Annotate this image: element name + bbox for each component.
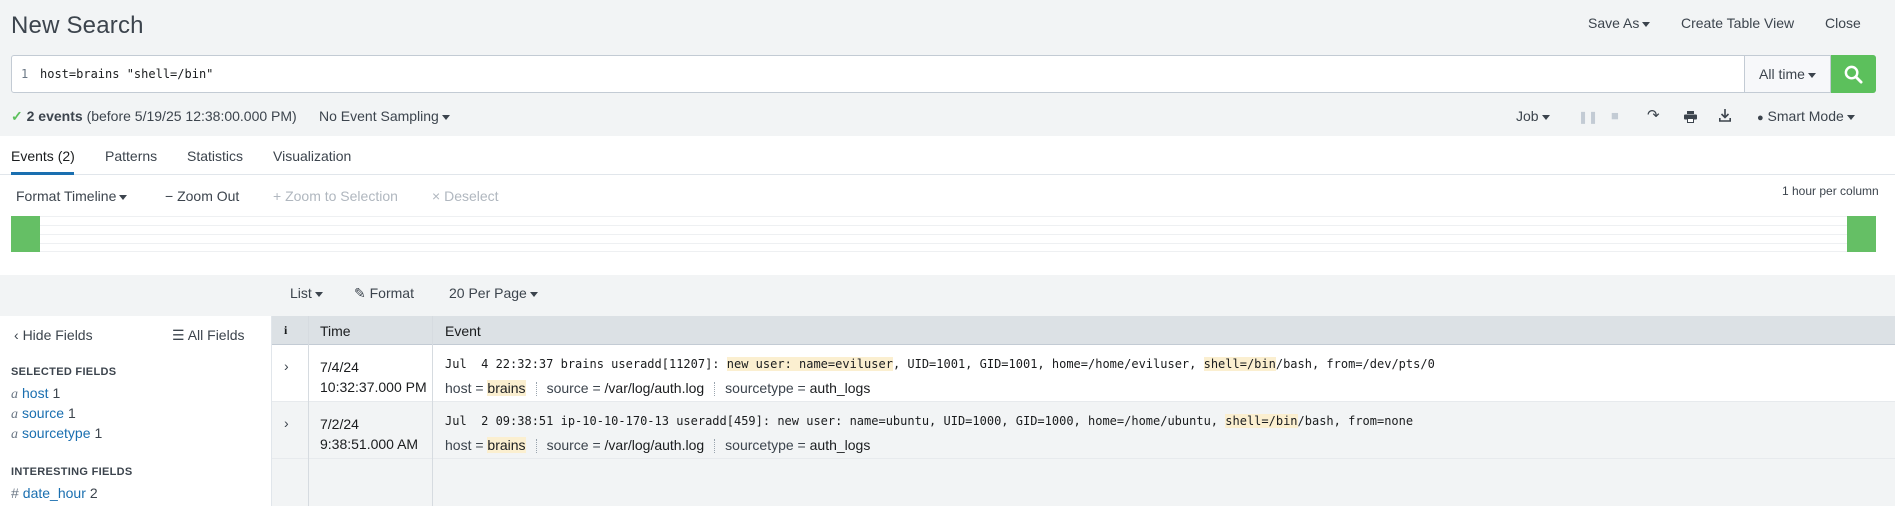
chevron-down-icon (1807, 72, 1816, 78)
create-table-view-button[interactable]: Create Table View (1681, 15, 1794, 31)
pencil-icon: ✎ (354, 285, 366, 301)
search-bar[interactable]: 1 host=brains "shell=/bin" (11, 55, 1876, 93)
sourcetype-value[interactable]: auth_logs (810, 437, 871, 453)
table-row[interactable]: › 7/2/24 9:38:51.000 AM Jul 2 09:38:51 ip… (272, 402, 1895, 459)
timeline-chart[interactable] (11, 216, 1876, 252)
search-button[interactable] (1831, 55, 1876, 93)
job-menu[interactable]: Job (1516, 108, 1550, 124)
chevron-left-icon: ‹ (14, 327, 19, 343)
host-value[interactable]: brains (487, 380, 526, 396)
zoom-to-selection-button[interactable]: + Zoom to Selection (273, 188, 398, 204)
list-icon: ☰ (172, 327, 185, 343)
check-icon: ✓ (11, 108, 23, 124)
stop-icon[interactable]: ■ (1611, 108, 1619, 123)
search-mode-dropdown[interactable]: ● Smart Mode (1757, 108, 1855, 124)
interesting-fields-title: INTERESTING FIELDS (11, 466, 133, 478)
pause-icon[interactable]: ❚❚ (1578, 110, 1598, 124)
deselect-button[interactable]: × Deselect (432, 188, 499, 204)
fields-sidebar: ‹ Hide Fields ☰ All Fields SELECTED FIEL… (0, 316, 272, 506)
list-view-dropdown[interactable]: List (290, 285, 323, 301)
chevron-down-icon (1642, 21, 1651, 27)
column-divider (432, 316, 433, 506)
chevron-down-icon (119, 194, 128, 200)
search-icon (1844, 65, 1863, 84)
event-time: 7/2/24 9:38:51.000 AM (320, 416, 419, 452)
selected-fields-title: SELECTED FIELDS (11, 366, 117, 378)
minus-icon: − (165, 188, 174, 204)
zoom-out-button[interactable]: − Zoom Out (165, 188, 239, 204)
chevron-down-icon (1541, 114, 1550, 120)
results-tabs: Events (2) Patterns Statistics Visualiza… (0, 136, 1895, 175)
share-icon[interactable]: ↷ (1647, 106, 1660, 124)
host-value[interactable]: brains (487, 437, 526, 453)
timeline-resolution: 1 hour per column (1782, 184, 1879, 198)
per-page-dropdown[interactable]: 20 Per Page (449, 285, 538, 301)
timeline-bar[interactable] (1847, 216, 1876, 252)
time-range-picker[interactable]: All time (1744, 55, 1831, 93)
print-icon[interactable] (1684, 110, 1697, 126)
tab-statistics[interactable]: Statistics (187, 148, 243, 164)
all-fields-button[interactable]: ☰ All Fields (172, 327, 244, 344)
column-event[interactable]: Event (445, 323, 481, 339)
field-source[interactable]: a source 1 (11, 405, 76, 423)
column-divider (308, 316, 309, 506)
source-value[interactable]: /var/log/auth.log (605, 380, 705, 396)
table-header: i Time Event (272, 316, 1895, 345)
event-metadata: host = brains source = /var/log/auth.log s… (445, 437, 871, 454)
chevron-down-icon (314, 291, 323, 297)
format-timeline-dropdown[interactable]: Format Timeline (16, 188, 128, 204)
source-value[interactable]: /var/log/auth.log (605, 437, 705, 453)
close-button[interactable]: Close (1825, 15, 1861, 31)
event-raw[interactable]: Jul 4 22:32:37 brains useradd[11207]: ne… (445, 357, 1435, 371)
timeline-bar[interactable] (11, 216, 40, 252)
page-title: New Search (11, 12, 144, 39)
sourcetype-value[interactable]: auth_logs (810, 380, 871, 396)
event-time: 7/4/24 10:32:37.000 PM (320, 359, 427, 395)
events-table: i Time Event › 7/4/24 10:32:37.000 PM Jul… (272, 316, 1895, 506)
column-time[interactable]: Time (320, 323, 351, 339)
table-row[interactable]: › 7/4/24 10:32:37.000 PM Jul 4 22:32:37 b… (272, 345, 1895, 402)
event-sampling-dropdown[interactable]: No Event Sampling (319, 108, 450, 124)
chevron-down-icon (441, 114, 450, 120)
event-raw[interactable]: Jul 2 09:38:51 ip-10-10-170-13 useradd[4… (445, 414, 1413, 428)
chevron-down-icon (1846, 114, 1855, 120)
tab-visualization[interactable]: Visualization (273, 148, 351, 164)
timeline-panel: Format Timeline − Zoom Out + Zoom to Sel… (0, 175, 1895, 275)
event-status: ✓ 2 events (before 5/19/25 12:38:00.000 … (11, 108, 297, 124)
close-icon: × (432, 188, 441, 204)
format-button[interactable]: ✎ Format (354, 285, 414, 302)
line-number: 1 (21, 67, 29, 81)
field-date-hour[interactable]: # date_hour 2 (11, 485, 98, 501)
export-icon[interactable] (1719, 109, 1731, 125)
field-host[interactable]: a host 1 (11, 385, 60, 403)
tab-patterns[interactable]: Patterns (105, 148, 157, 164)
chevron-down-icon (529, 291, 538, 297)
field-sourcetype[interactable]: a sourcetype 1 (11, 425, 102, 443)
search-input[interactable]: host=brains "shell=/bin" (40, 67, 213, 81)
expand-row-icon[interactable]: › (284, 358, 289, 374)
hide-fields-button[interactable]: ‹ Hide Fields (14, 327, 93, 343)
tab-events[interactable]: Events (2) (11, 148, 75, 164)
expand-row-icon[interactable]: › (284, 415, 289, 431)
save-as-button[interactable]: Save As (1588, 15, 1651, 31)
event-metadata: host = brains source = /var/log/auth.log s… (445, 380, 871, 397)
column-info[interactable]: i (284, 323, 287, 338)
lightbulb-icon: ● (1757, 112, 1764, 124)
